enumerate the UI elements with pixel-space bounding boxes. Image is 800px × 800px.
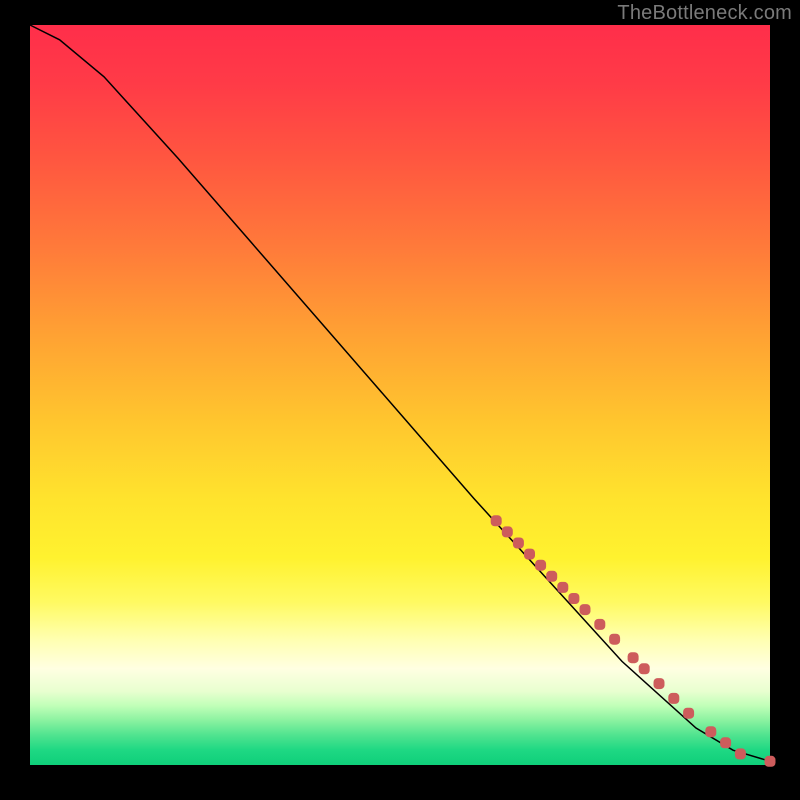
- highlight-point: [594, 619, 605, 630]
- highlight-point: [683, 708, 694, 719]
- highlight-point: [735, 748, 746, 759]
- highlight-point: [580, 604, 591, 615]
- highlight-point: [557, 582, 568, 593]
- highlight-point: [568, 593, 579, 604]
- highlight-point: [546, 571, 557, 582]
- attribution-text: TheBottleneck.com: [617, 2, 792, 25]
- bottleneck-curve-line: [30, 25, 770, 761]
- highlight-point: [535, 560, 546, 571]
- curve-svg: [30, 25, 770, 765]
- highlight-point: [720, 737, 731, 748]
- highlight-point: [513, 538, 524, 549]
- highlight-point: [765, 756, 776, 767]
- chart-container: TheBottleneck.com: [0, 0, 800, 800]
- highlight-point: [491, 515, 502, 526]
- highlight-point: [639, 663, 650, 674]
- plot-area: [30, 25, 770, 765]
- highlight-point: [502, 526, 513, 537]
- highlight-point: [609, 634, 620, 645]
- highlight-points-group: [491, 515, 776, 767]
- highlight-point: [524, 549, 535, 560]
- highlight-point: [668, 693, 679, 704]
- highlight-point: [705, 726, 716, 737]
- highlight-point: [654, 678, 665, 689]
- highlight-point: [628, 652, 639, 663]
